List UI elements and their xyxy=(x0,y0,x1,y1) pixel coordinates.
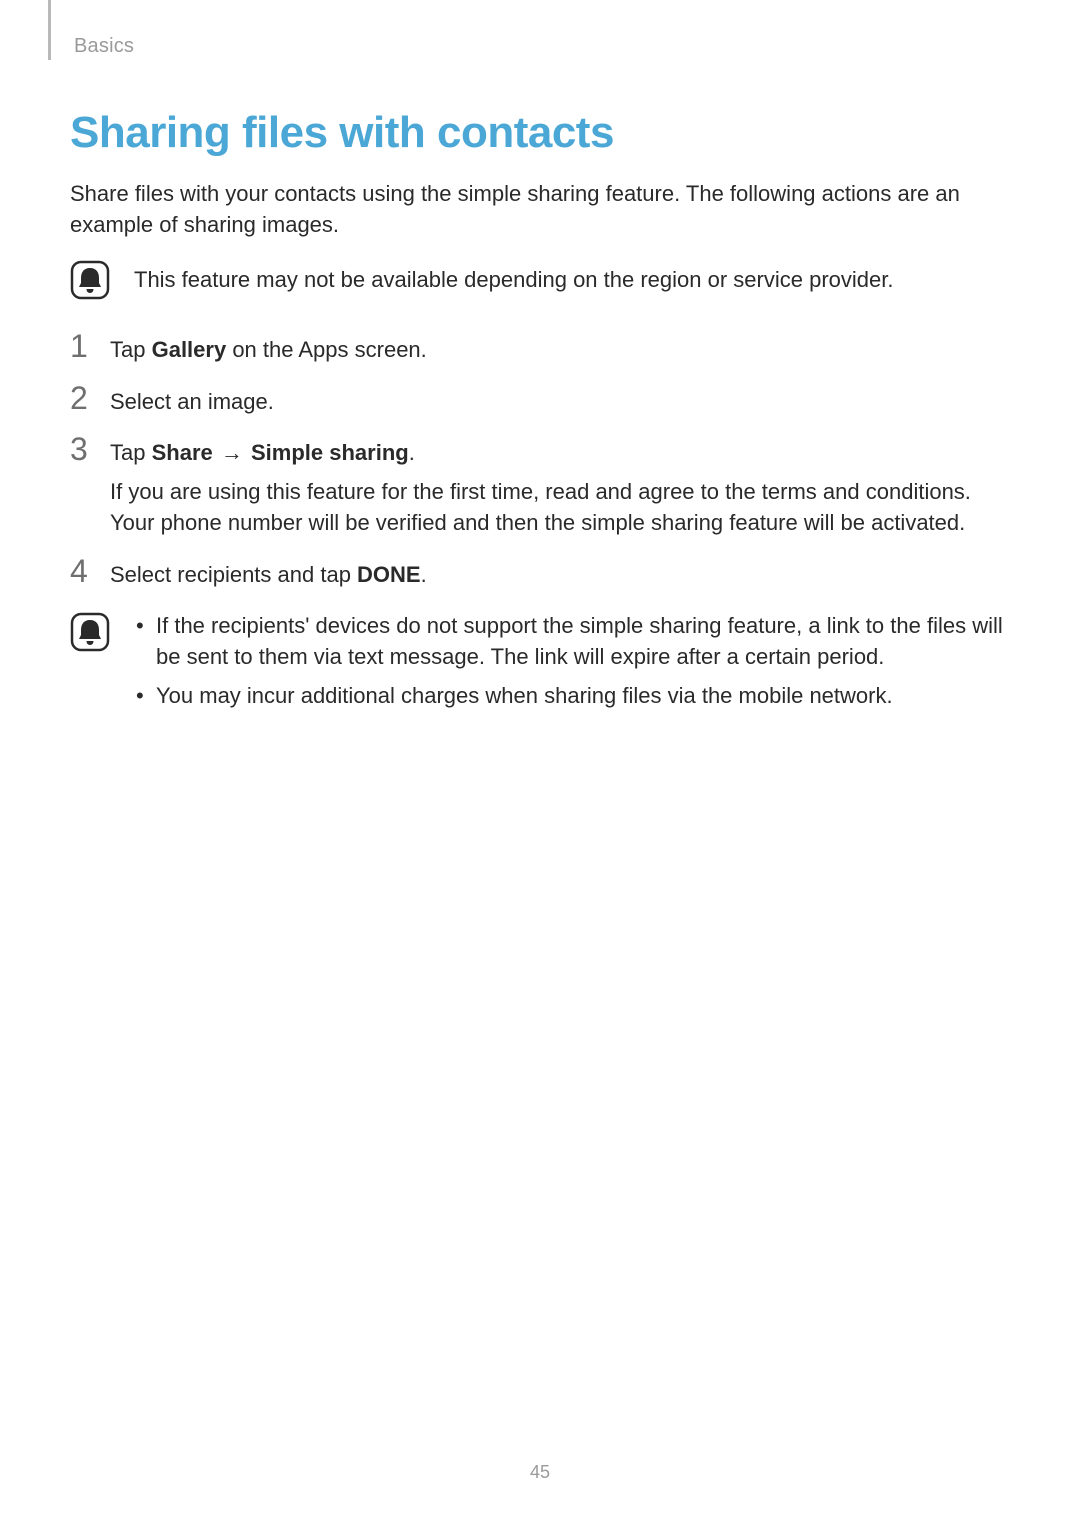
step-2-text: Select an image. xyxy=(110,386,1010,417)
step-4: Select recipients and tap DONE. xyxy=(70,559,1010,590)
text: Tap xyxy=(110,440,152,465)
page-title: Sharing files with contacts xyxy=(70,108,1010,158)
step-4-text: Select recipients and tap DONE. xyxy=(110,559,1010,590)
document-page: Basics Sharing files with contacts Share… xyxy=(0,0,1080,1527)
text: . xyxy=(409,440,415,465)
bold-text: DONE xyxy=(357,562,421,587)
step-3: Tap Share → Simple sharing. If you are u… xyxy=(70,437,1010,539)
bold-text: Share xyxy=(152,440,213,465)
text: . xyxy=(421,562,427,587)
bold-text: Gallery xyxy=(152,337,227,362)
note-text-1: This feature may not be available depend… xyxy=(134,258,893,295)
step-2: Select an image. xyxy=(70,386,1010,417)
note-block-2: If the recipients' devices do not suppor… xyxy=(70,610,1010,720)
intro-paragraph: Share files with your contacts using the… xyxy=(70,178,1010,240)
step-1: Tap Gallery on the Apps screen. xyxy=(70,334,1010,365)
section-header: Basics xyxy=(74,35,1010,58)
step-3-subtext: If you are using this feature for the fi… xyxy=(110,476,1010,538)
note-2-bullets: If the recipients' devices do not suppor… xyxy=(134,610,1010,720)
step-1-text: Tap Gallery on the Apps screen. xyxy=(110,334,1010,365)
arrow-text: → xyxy=(213,440,251,465)
steps-list: Tap Gallery on the Apps screen. Select a… xyxy=(70,334,1010,589)
note-2-bullet-2: You may incur additional charges when sh… xyxy=(134,680,1010,711)
text: Tap xyxy=(110,337,152,362)
text: Select recipients and tap xyxy=(110,562,357,587)
header-tab-mark xyxy=(48,0,51,60)
bell-icon xyxy=(70,612,110,652)
note-2-bullet-1: If the recipients' devices do not suppor… xyxy=(134,610,1010,672)
bell-icon xyxy=(70,260,110,300)
page-number: 45 xyxy=(0,1462,1080,1483)
text: on the Apps screen. xyxy=(226,337,427,362)
bold-text: Simple sharing xyxy=(251,440,409,465)
note-block-1: This feature may not be available depend… xyxy=(70,258,1010,300)
step-3-text: Tap Share → Simple sharing. xyxy=(110,437,1010,468)
